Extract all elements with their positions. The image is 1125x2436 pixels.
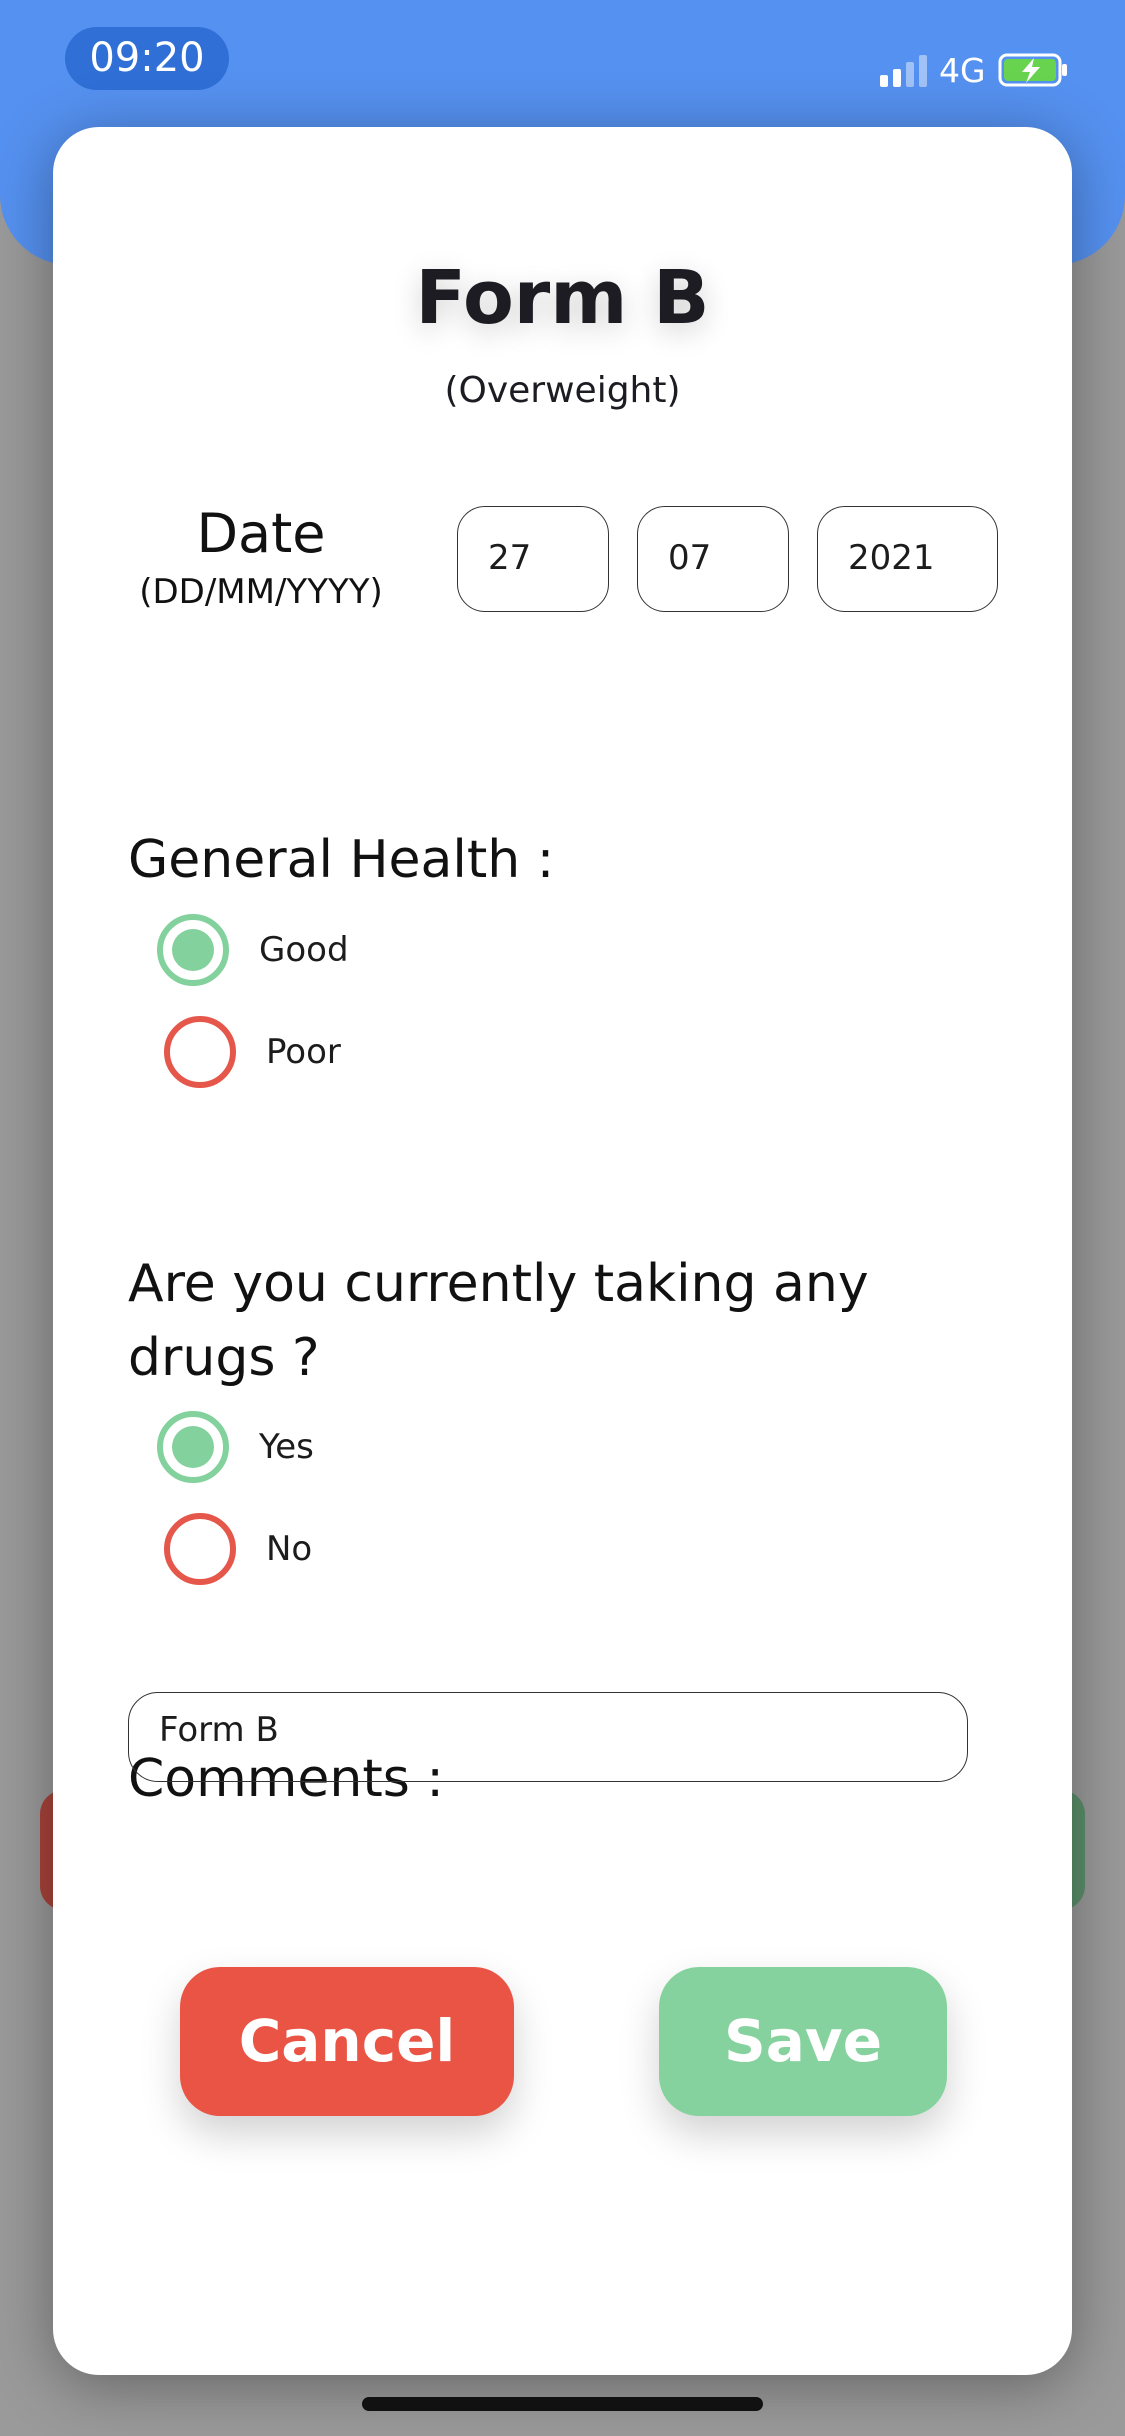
drugs-question-line-1: Are you currently taking any [128, 1254, 869, 1314]
home-indicator[interactable] [362, 2397, 763, 2411]
signal-icon [880, 53, 927, 87]
general-health-question: General Health : [128, 830, 555, 890]
radio-selected-icon[interactable] [157, 914, 229, 986]
date-label-text: Date [196, 502, 326, 565]
radio-option-yes[interactable]: Yes [157, 1411, 314, 1483]
comments-input[interactable]: Form B [128, 1692, 968, 1782]
battery-charging-icon [998, 53, 1067, 87]
cancel-button[interactable]: Cancel [180, 1967, 514, 2116]
date-format-hint: (DD/MM/YYYY) [139, 572, 383, 612]
date-day-input[interactable]: 27 [457, 506, 609, 612]
drugs-question-line-2: drugs ? [128, 1328, 320, 1388]
radio-option-good[interactable]: Good [157, 914, 349, 986]
date-label: Date (DD/MM/YYYY) [126, 499, 396, 615]
radio-label-yes: Yes [259, 1427, 314, 1467]
save-button[interactable]: Save [659, 1967, 947, 2116]
radio-label-good: Good [259, 930, 349, 970]
radio-selected-icon[interactable] [157, 1411, 229, 1483]
date-month-input[interactable]: 07 [637, 506, 789, 612]
form-subtitle: (Overweight) [444, 370, 681, 411]
status-time: 09:20 [65, 27, 229, 90]
radio-label-poor: Poor [266, 1032, 341, 1072]
network-label: 4G [939, 50, 986, 90]
radio-unselected-icon[interactable] [164, 1513, 236, 1585]
form-modal: Form B (Overweight) Date (DD/MM/YYYY) 27… [53, 127, 1072, 2375]
date-year-input[interactable]: 2021 [817, 506, 998, 612]
status-indicators: 4G [880, 48, 1070, 92]
radio-option-poor[interactable]: Poor [164, 1016, 341, 1088]
radio-label-no: No [266, 1529, 313, 1569]
radio-unselected-icon[interactable] [164, 1016, 236, 1088]
form-title: Form B [415, 255, 710, 341]
radio-option-no[interactable]: No [164, 1513, 312, 1585]
